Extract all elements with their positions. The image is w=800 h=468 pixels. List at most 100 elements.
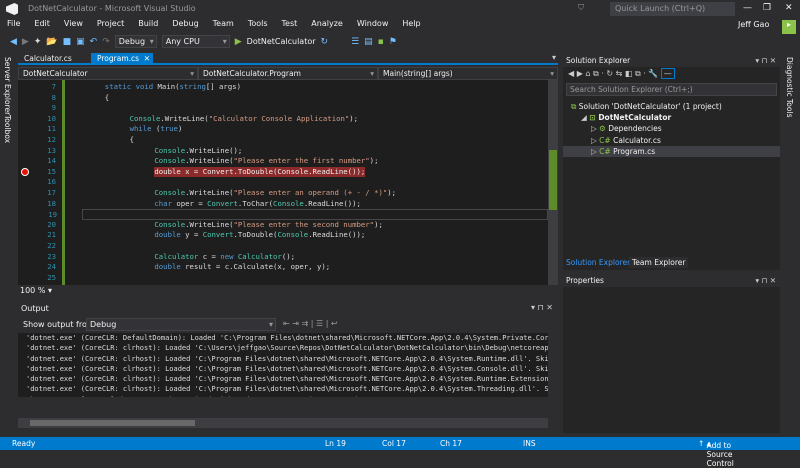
tab-calculator-cs[interactable]: Calculator.cs (18, 53, 88, 65)
code-line[interactable]: 16 (18, 177, 548, 188)
menu-view[interactable]: View (57, 19, 90, 31)
solution-explorer-toolbar[interactable]: ◀ ▶ ⌂ ⧉ · ↻ ⇆ ◧ ⧉ · 🔧 — (568, 68, 675, 79)
code-token: .WriteLine( (185, 219, 234, 229)
diagnostic-tools-tab[interactable]: Diagnostic Tools (785, 57, 794, 117)
tab-overflow-icon[interactable]: ▾ (552, 53, 556, 62)
tree-item[interactable]: ▷ ⚙ Dependencies (563, 123, 780, 134)
code-line[interactable]: 8{ (18, 93, 548, 104)
start-button[interactable]: DotNetCalculator (247, 37, 316, 46)
line-number: 7 (51, 82, 56, 91)
code-token: Convert (202, 230, 234, 240)
tab-label: Program.cs (97, 54, 140, 63)
step-icon[interactable]: ▪ (378, 37, 384, 47)
code-line[interactable]: 19 (48, 209, 548, 220)
code-line[interactable]: 15 double x = Convert.ToDouble(Console.Re… (18, 166, 548, 178)
code-line[interactable]: 20 Console.WriteLine("Please enter the se… (18, 220, 548, 231)
solution-search-input[interactable]: Search Solution Explorer (Ctrl+;) (566, 83, 777, 96)
close-button[interactable]: ✕ (785, 3, 793, 13)
scroll-thumb[interactable] (30, 420, 195, 426)
start-icon[interactable]: ▶ (235, 37, 242, 47)
forward-icon[interactable]: ▶ (22, 37, 29, 47)
output-text[interactable]: 'dotnet.exe' (CoreCLR: DefaultDomain): L… (18, 333, 548, 397)
tree-item[interactable]: ⧉ Solution 'DotNetCalculator' (1 project… (563, 101, 780, 112)
restore-button[interactable]: ❐ (763, 3, 771, 13)
save-icon[interactable]: ■ (63, 37, 72, 47)
code-line[interactable]: 24 double result = c.Calculate(x, oper, y… (18, 262, 548, 273)
menu-file[interactable]: File (0, 19, 27, 31)
line-number: 10 (47, 113, 56, 123)
bookmark-icon[interactable]: ⚑ (389, 37, 397, 47)
status-mode: INS (523, 439, 536, 448)
panel-controls[interactable]: ▾ ⊓ ✕ (755, 56, 776, 65)
expand-icon[interactable]: ▷ (591, 147, 599, 156)
tree-item[interactable]: ▷ C# Program.cs (563, 145, 780, 157)
code-line[interactable]: 14 Console.WriteLine("Please enter the fi… (18, 156, 548, 167)
code-line[interactable]: 7 static void Main(string[] args) (18, 82, 548, 93)
new-project-icon[interactable]: ✦ (34, 37, 42, 47)
zoom-level[interactable]: 100 % (20, 286, 45, 295)
expand-icon[interactable]: ▷ (591, 124, 599, 133)
configuration-select[interactable]: Debug (114, 35, 157, 48)
code-token: ); (369, 156, 379, 166)
undo-icon[interactable]: ↶ (90, 37, 98, 47)
output-source-select[interactable]: Debug (86, 318, 276, 331)
filter-icon[interactable]: ⛉ (578, 3, 584, 13)
expand-icon[interactable]: ▷ (591, 136, 599, 145)
tab-program-cs[interactable]: Program.cs ✕ (91, 53, 153, 65)
editor-vertical-scrollbar[interactable] (548, 80, 558, 285)
back-icon[interactable]: ◀ (10, 37, 17, 47)
code-line[interactable]: 25 (18, 273, 548, 284)
menu-window[interactable]: Window (350, 19, 396, 31)
redo-icon[interactable]: ↷ (102, 37, 110, 47)
code-line[interactable]: 23 Calculator c = new Calculator(); (18, 252, 548, 263)
quick-launch-input[interactable]: Quick Launch (Ctrl+Q) (610, 2, 735, 16)
menu-test[interactable]: Test (275, 19, 305, 31)
toolbox-tab[interactable]: Toolbox (3, 115, 12, 143)
refresh-icon[interactable]: ↻ (321, 37, 329, 47)
menu-analyze[interactable]: Analyze (304, 19, 350, 31)
save-all-icon[interactable]: ▣ (76, 37, 85, 47)
code-line[interactable]: 18 char oper = Convert.ToChar(Console.Rea… (18, 199, 548, 210)
tab-team-explorer[interactable]: Team Explorer (629, 257, 689, 268)
code-line[interactable]: 10 Console.WriteLine("Calculator Console … (18, 114, 548, 125)
menu-help[interactable]: Help (395, 19, 427, 31)
comment-icon[interactable]: ▤ (364, 37, 373, 47)
feedback-icon[interactable]: ▸ (782, 20, 796, 34)
output-toolbar-icons[interactable]: ⇤ ⇥ ⇉ | ☰ | ↩ (283, 319, 338, 328)
menu-project[interactable]: Project (90, 19, 131, 31)
open-icon[interactable]: 📂 (46, 37, 57, 47)
code-line[interactable]: 11 while (true) (18, 124, 548, 135)
tree-item[interactable]: ▷ C# Calculator.cs (563, 135, 780, 146)
breakpoint-icon[interactable] (21, 167, 29, 176)
menu-build[interactable]: Build (131, 19, 165, 31)
project-dropdown[interactable]: DotNetCalculator (18, 67, 198, 80)
member-dropdown[interactable]: Main(string[] args) (378, 67, 558, 80)
code-line[interactable]: 21 double y = Convert.ToDouble(Console.Re… (18, 230, 548, 241)
user-account[interactable]: Jeff Gao (738, 20, 769, 29)
minimize-button[interactable]: — (743, 3, 752, 13)
indent-icon[interactable]: ☰ (351, 37, 359, 47)
toolbar: ◀ ▶ ✦ 📂 ■ ▣ ↶ ↷ Debug Any CPU ▶ DotNetCa… (0, 34, 560, 49)
code-token: Console (154, 145, 186, 155)
output-window-controls[interactable]: ▾ ⊓ ✕ (531, 303, 553, 312)
output-horizontal-scrollbar[interactable] (18, 418, 548, 428)
code-line[interactable]: 9 (18, 103, 548, 114)
code-editor[interactable]: 7 static void Main(string[] args) 8{9 10 Con… (18, 80, 548, 285)
tree-item[interactable]: ◢ ⊡ DotNetCalculator (563, 112, 780, 123)
code-line[interactable]: 12 { (18, 135, 548, 146)
menu-edit[interactable]: Edit (27, 19, 57, 31)
menu-debug[interactable]: Debug (165, 19, 205, 31)
class-dropdown[interactable]: DotNetCalculator.Program (198, 67, 378, 80)
source-control-button[interactable]: ↑ Add to Source Control ▴ (698, 439, 734, 468)
platform-select[interactable]: Any CPU (161, 35, 230, 48)
menu-tools[interactable]: Tools (241, 19, 275, 31)
code-token: Calculator (237, 251, 282, 261)
menu-team[interactable]: Team (206, 19, 241, 31)
code-line[interactable]: 13 Console.WriteLine(); (18, 146, 548, 157)
code-line[interactable]: 22 (18, 241, 548, 252)
panel-controls[interactable]: ▾ ⊓ ✕ (755, 276, 776, 285)
tab-solution-explorer[interactable]: Solution Explorer (566, 258, 630, 267)
code-line[interactable]: 17 Console.WriteLine("Please enter an ope… (18, 188, 548, 199)
close-tab-icon[interactable]: ✕ (144, 54, 150, 63)
server-explorer-tab[interactable]: Server Explorer (3, 57, 12, 115)
